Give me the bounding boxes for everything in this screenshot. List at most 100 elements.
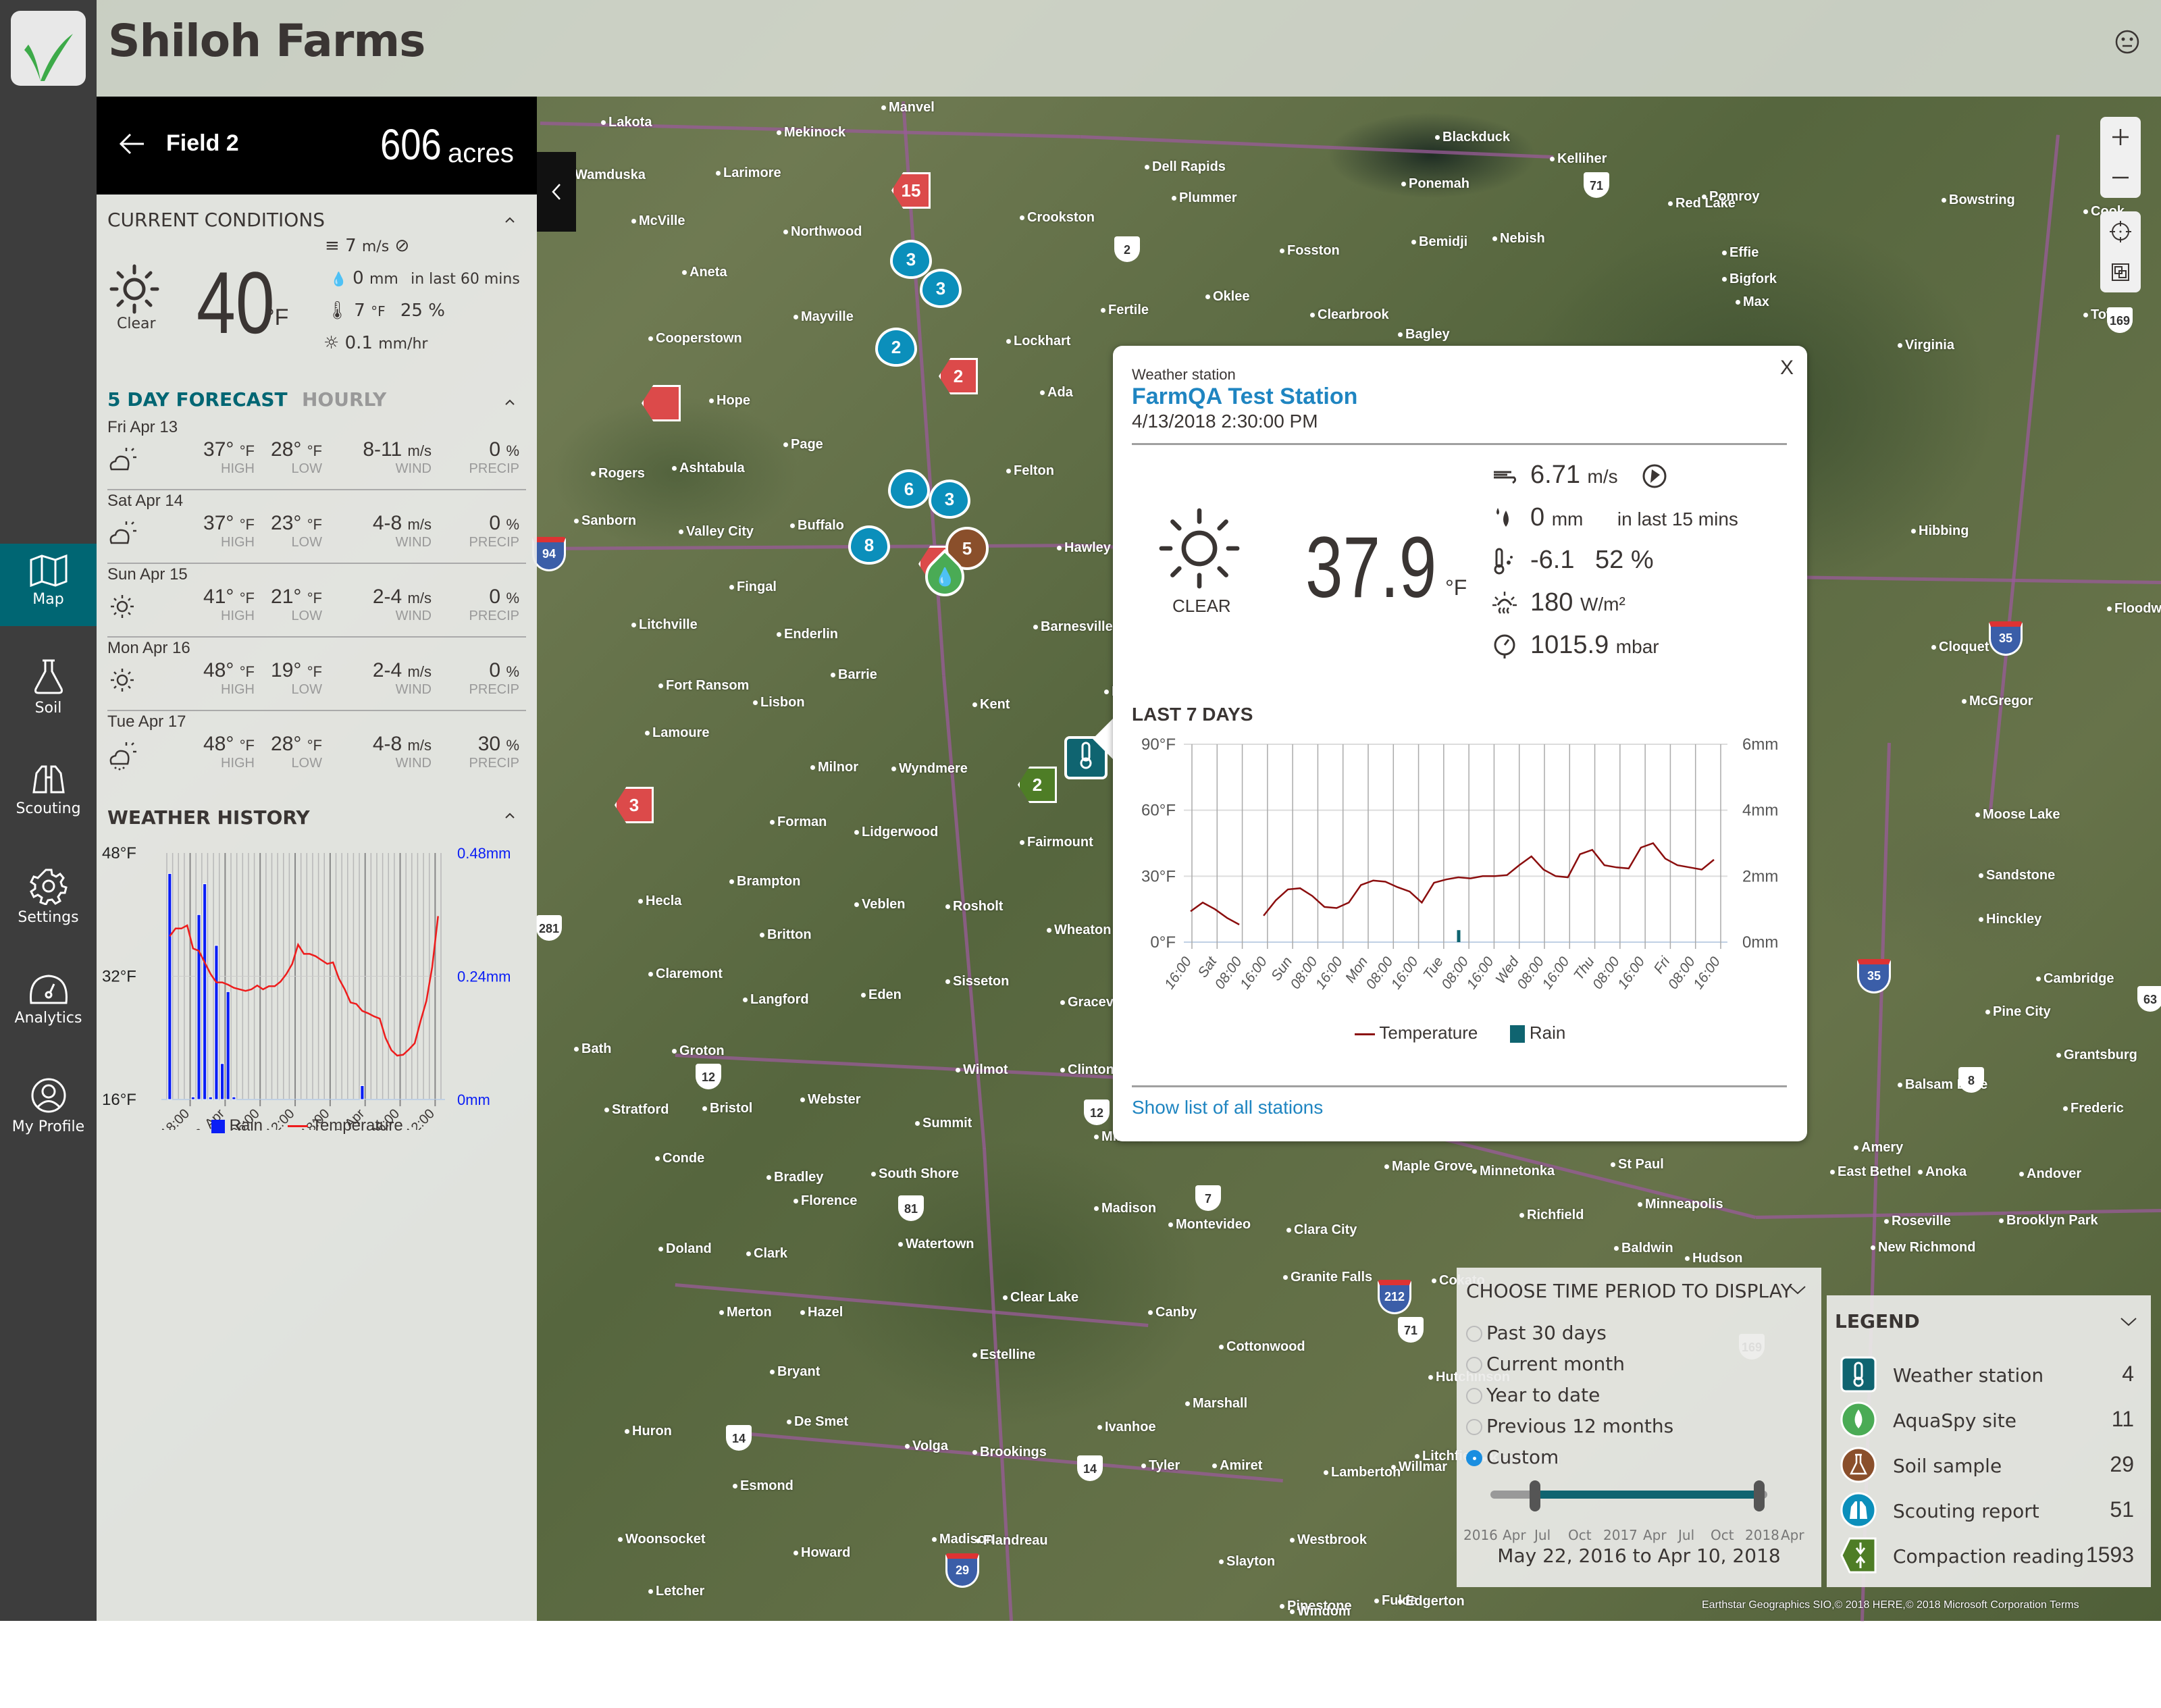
forecast-date: Sun Apr 15 <box>107 565 188 584</box>
range-end-handle[interactable] <box>1753 1480 1765 1511</box>
legend-item[interactable]: Soil sample 29 <box>1835 1447 2142 1487</box>
radio-button[interactable] <box>1466 1388 1482 1404</box>
compaction-marker[interactable] <box>642 385 681 421</box>
x-tick-label: 16:00 <box>1313 954 1346 992</box>
binoculars-icon <box>32 765 65 794</box>
scouting-marker[interactable]: 3 <box>920 269 962 308</box>
collapse-caret-icon[interactable] <box>502 807 518 823</box>
time-period-panel: CHOOSE TIME PERIOD TO DISPLAY Past 30 da… <box>1457 1268 1821 1587</box>
back-arrow-icon[interactable] <box>117 129 147 159</box>
radio-button[interactable] <box>1466 1357 1482 1373</box>
nav-item-my-profile[interactable]: My Profile <box>0 1067 97 1148</box>
forecast-high: 41° °F <box>203 586 255 608</box>
legend-item[interactable]: Weather station 4 <box>1835 1356 2142 1397</box>
compaction-marker[interactable]: 2 <box>939 358 978 394</box>
time-period-option[interactable]: Previous 12 months <box>1466 1415 1673 1437</box>
legend-label: AquaSpy site <box>1893 1409 2016 1432</box>
scouting-marker[interactable]: 3 <box>890 240 932 279</box>
show-all-stations-link[interactable]: Show list of all stations <box>1132 1097 1323 1118</box>
collapse-panel-button[interactable] <box>537 152 576 232</box>
legend-item[interactable]: AquaSpy site 11 <box>1835 1401 2142 1442</box>
map-city-label: Brampton <box>729 874 800 889</box>
collapse-caret-icon[interactable] <box>502 211 518 228</box>
droplet-icon: 💧 <box>933 567 956 587</box>
legend-count: 1593 <box>2085 1543 2134 1567</box>
legend-item[interactable]: Scouting report 51 <box>1835 1492 2142 1532</box>
scouting-marker[interactable]: 6 <box>888 469 930 509</box>
collapse-caret-icon[interactable] <box>502 394 518 410</box>
x-tick-label: 16:00 <box>1539 954 1572 992</box>
radio-button[interactable] <box>1466 1326 1482 1342</box>
map-road <box>533 544 1081 550</box>
map-city-label: Roseville <box>1884 1214 1951 1229</box>
close-popup-button[interactable]: X <box>1780 357 1794 380</box>
x-tick-label: 18:00 <box>158 1106 192 1130</box>
map-city-label: Ashtabula <box>672 461 745 476</box>
plus-icon <box>2112 129 2129 145</box>
range-start-handle[interactable] <box>1529 1480 1540 1511</box>
map-city-label: Amiret <box>1212 1458 1262 1474</box>
highway-shield-81: 81 <box>898 1195 924 1221</box>
scouting-marker[interactable]: 3 <box>929 480 970 519</box>
map-city-label: Veblen <box>854 897 905 912</box>
scouting-marker[interactable]: 8 <box>848 525 890 565</box>
x-tick-label: 08:00 <box>1514 954 1547 992</box>
compaction-marker[interactable]: 15 <box>891 172 931 209</box>
map-city-label: Claremont <box>648 966 723 982</box>
map-city-label: Cottonwood <box>1219 1339 1305 1355</box>
map-city-label: Valley City <box>679 524 754 540</box>
select-area-button[interactable] <box>2100 252 2141 292</box>
time-period-option[interactable]: Custom <box>1466 1446 1559 1468</box>
zoom-in-button[interactable] <box>2100 117 2141 157</box>
chevron-down-icon[interactable] <box>1788 1284 1808 1297</box>
map-city-label: Britton <box>760 927 812 943</box>
tab-5-day-forecast[interactable]: 5 DAY FORECAST <box>107 388 288 411</box>
tab-hourly[interactable]: HOURLY <box>302 388 386 411</box>
map-city-label: Wilmot <box>956 1062 1008 1078</box>
map-city-label: Madison <box>1094 1201 1156 1216</box>
weather-history-title: WEATHER HISTORY <box>107 806 310 829</box>
nav-item-scouting[interactable]: Scouting <box>0 753 97 834</box>
forecast-high: 48° °F <box>203 733 255 755</box>
zoom-out-button[interactable] <box>2100 157 2141 198</box>
app-logo[interactable] <box>11 11 86 86</box>
forecast-low: 23° °F <box>271 512 322 534</box>
time-period-option[interactable]: Current month <box>1466 1353 1625 1375</box>
map-city-label: Ponemah <box>1401 176 1469 192</box>
feedback-face-icon[interactable] <box>2114 28 2141 55</box>
legend-item[interactable]: Compaction reading 1593 <box>1835 1537 2142 1578</box>
map-city-label: Doland <box>658 1241 712 1257</box>
locate-me-button[interactable] <box>2100 211 2141 252</box>
map-city-label: Sandstone <box>1979 868 2055 883</box>
compaction-marker[interactable]: 3 <box>615 787 654 823</box>
map-city-label: Hecla <box>638 894 681 909</box>
map-city-label: Manvel <box>881 100 935 115</box>
compaction-marker-green[interactable]: 2 <box>1018 767 1057 803</box>
sun-heat-icon: ☼ <box>323 333 340 353</box>
popup-pointer <box>1093 716 1116 762</box>
radio-button[interactable] <box>1466 1419 1482 1435</box>
nav-item-map[interactable]: Map <box>0 544 97 626</box>
nav-item-soil[interactable]: Soil <box>0 648 97 729</box>
map-city-label: Howard <box>793 1545 850 1561</box>
map-city-label: Rogers <box>591 466 645 482</box>
nav-item-settings[interactable]: Settings <box>0 858 97 939</box>
popup-kind: Weather station <box>1132 366 1236 383</box>
chevron-down-icon[interactable] <box>2118 1316 2139 1329</box>
nav-item-analytics[interactable]: Analytics <box>0 962 97 1043</box>
time-period-option[interactable]: Past 30 days <box>1466 1322 1607 1344</box>
map-city-label: Fingal <box>729 579 777 595</box>
forecast-precip: 0 % <box>489 659 519 681</box>
map-city-label: Cloquet <box>1931 640 1989 655</box>
time-period-option[interactable]: Year to date <box>1466 1384 1600 1406</box>
chevron-left-icon <box>552 184 561 200</box>
highway-shield-12: 12 <box>696 1064 721 1089</box>
station-dewpoint-humidity: -6.1 52 % <box>1491 546 1654 575</box>
forecast-high: 48° °F <box>203 659 255 681</box>
crosshair-icon <box>2110 221 2131 242</box>
scouting-marker[interactable]: 2 <box>875 328 917 367</box>
highway-shield-63: 63 <box>2137 986 2161 1012</box>
forecast-date: Sat Apr 14 <box>107 492 184 510</box>
map-city-label: Mekinock <box>777 125 845 140</box>
radio-button[interactable] <box>1466 1450 1482 1466</box>
